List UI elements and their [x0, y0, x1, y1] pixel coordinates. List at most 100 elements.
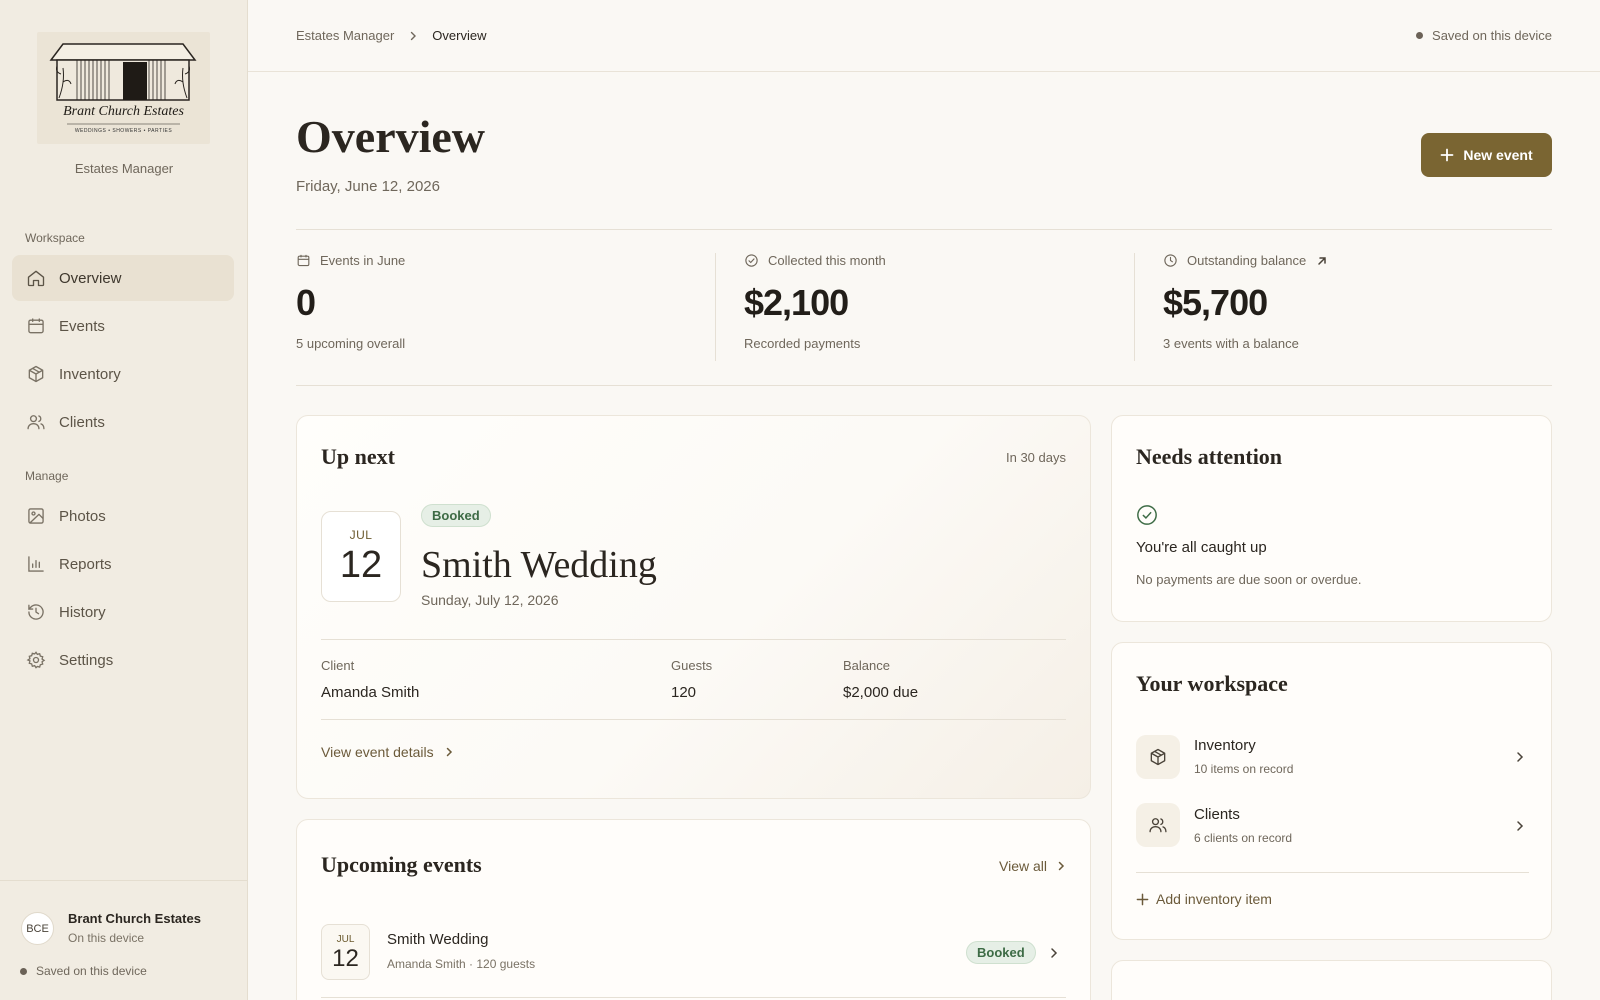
arrow-up-right-icon [1318, 256, 1327, 265]
topbar-saved-status: Saved on this device [1416, 28, 1552, 43]
divider [321, 639, 1066, 640]
chevron-right-icon [411, 31, 417, 40]
sidebar-item-photos[interactable]: Photos [12, 493, 234, 539]
your-workspace-card: Your workspace Inventory 10 items on rec… [1111, 642, 1552, 940]
up-next-card: Up next In 30 days JUL 12 Booked Smith W… [296, 415, 1091, 799]
card-title: Up next [321, 444, 395, 469]
bar-chart-icon [28, 556, 44, 572]
status-dot-icon [1416, 32, 1424, 39]
topbar: Estates Manager Overview Saved on this d… [248, 0, 1600, 72]
page-date: Friday, June 12, 2026 [296, 178, 440, 195]
sidebar-item-history[interactable]: History [12, 589, 234, 635]
chevron-right-icon [1517, 821, 1524, 831]
nav-section-manage: Manage [25, 469, 69, 483]
date-day: 12 [332, 945, 359, 972]
divider [1134, 253, 1135, 361]
stat-label: Events in June [320, 253, 406, 268]
stat-collected: Collected this month $2,100 Recorded pay… [744, 253, 886, 361]
stat-outstanding[interactable]: Outstanding balance $5,700 3 events with… [1163, 253, 1328, 361]
needs-attention-card: Needs attention You're all caught up No … [1111, 415, 1552, 622]
sidebar-item-label: Settings [59, 651, 114, 669]
card-title: Upcoming events [321, 852, 482, 877]
divider [296, 229, 1552, 230]
stat-value: 0 [296, 282, 316, 323]
status-badge: Booked [421, 504, 491, 527]
card-title: Your workspace [1136, 671, 1288, 696]
card-title: Needs attention [1136, 444, 1283, 469]
view-all-link[interactable]: View all [999, 858, 1066, 874]
sidebar-item-label: Events [59, 317, 105, 335]
caught-up-message: No payments are due soon or overdue. [1136, 572, 1362, 587]
sidebar-item-settings[interactable]: Settings [12, 637, 234, 683]
divider [296, 385, 1552, 386]
event-date: Sunday, July 12, 2026 [421, 592, 559, 608]
avatar: BCE [21, 912, 54, 945]
divider [715, 253, 716, 361]
app-subtitle: Estates Manager [74, 161, 174, 176]
history-icon [28, 604, 44, 620]
brand-logo: Brant Church Estates WEDDINGS • SHOWERS … [37, 32, 210, 144]
clock-icon [1164, 254, 1177, 267]
sidebar-item-label: Clients [59, 413, 105, 431]
client-label: Client [321, 658, 355, 673]
check-circle-icon [1137, 505, 1157, 525]
new-event-button[interactable]: New event [1421, 133, 1552, 177]
client-value: Amanda Smith [321, 684, 420, 701]
users-icon [1136, 803, 1180, 847]
stat-sub: 5 upcoming overall [296, 336, 406, 351]
logo-tagline: WEDDINGS • SHOWERS • PARTIES [74, 128, 173, 134]
sidebar-item-clients[interactable]: Clients [12, 399, 234, 445]
divider [1136, 872, 1529, 873]
status-dot-icon [20, 967, 27, 975]
breadcrumb-root[interactable]: Estates Manager [296, 28, 394, 43]
divider [321, 719, 1066, 720]
calendar-icon [28, 318, 44, 334]
workspace-item-sub: 6 clients on record [1194, 831, 1293, 845]
topbar-saved-label: Saved on this device [1432, 28, 1552, 43]
caught-up-heading: You're all caught up [1136, 539, 1267, 556]
image-icon [28, 508, 44, 524]
sidebar-item-reports[interactable]: Reports [12, 541, 234, 587]
link-label: View event details [321, 744, 434, 760]
guests-value: 120 [671, 684, 697, 701]
add-inventory-item-link[interactable]: Add inventory item [1136, 891, 1272, 907]
plus-icon [1136, 893, 1149, 905]
date-day: 12 [339, 544, 383, 586]
sidebar: Brant Church Estates WEDDINGS • SHOWERS … [0, 0, 248, 1000]
box-icon [28, 365, 44, 383]
date-month: JUL [336, 934, 355, 945]
profile-name: Brant Church Estates [68, 911, 201, 926]
page-title: Overview [296, 111, 486, 162]
sidebar-item-events[interactable]: Events [12, 303, 234, 349]
profile-panel[interactable]: BCE Brant Church Estates On this device … [0, 880, 248, 1000]
gear-icon [26, 651, 46, 669]
stat-sub: 3 events with a balance [1163, 336, 1299, 351]
event-name[interactable]: Smith Wedding [421, 543, 657, 587]
link-label: Add inventory item [1156, 891, 1272, 907]
sidebar-item-overview[interactable]: Overview [12, 255, 234, 301]
chevron-right-icon [1517, 752, 1524, 762]
balance-label: Balance [843, 658, 890, 673]
sidebar-item-inventory[interactable]: Inventory [12, 351, 234, 397]
guests-label: Guests [671, 658, 713, 673]
workspace-item-title: Inventory [1194, 737, 1256, 754]
users-icon [27, 415, 45, 430]
new-event-label: New event [1463, 147, 1533, 163]
plus-icon [1440, 148, 1454, 162]
home-icon [27, 270, 45, 287]
sidebar-item-label: History [59, 603, 106, 621]
box-icon [1136, 735, 1180, 779]
workspace-item-sub: 10 items on record [1194, 762, 1294, 776]
logo-wordmark: Brant Church Estates [63, 104, 184, 119]
upcoming-events-card: Upcoming events View all JUL 12 Smith We… [296, 819, 1091, 1000]
event-meta: Amanda Smith · 120 guests [387, 957, 536, 971]
event-date-tile: JUL 12 [321, 924, 370, 980]
nav-section-workspace: Workspace [25, 231, 85, 245]
view-event-details-link[interactable]: View event details [321, 744, 454, 760]
stat-label: Collected this month [768, 253, 886, 268]
date-month: JUL [349, 528, 373, 542]
profile-subtitle: On this device [68, 931, 145, 945]
breadcrumb: Estates Manager Overview [296, 28, 486, 43]
stat-events-in-month: Events in June 0 5 upcoming overall [296, 253, 405, 361]
event-date-tile: JUL 12 [321, 511, 401, 602]
